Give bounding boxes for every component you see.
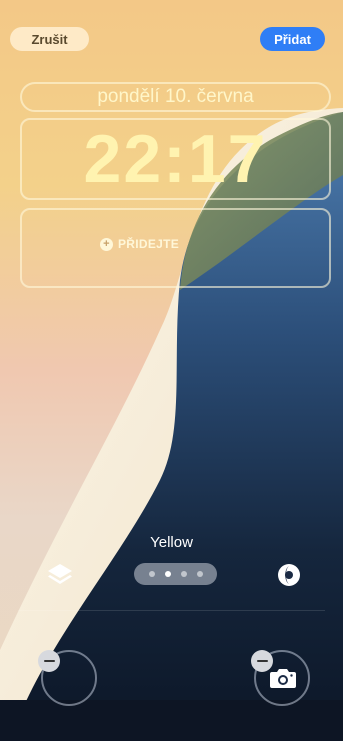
color-filter-icon[interactable] — [276, 562, 302, 588]
minus-icon[interactable] — [251, 650, 273, 672]
layers-icon[interactable] — [46, 562, 74, 588]
style-name: Yellow — [150, 534, 193, 551]
cancel-button[interactable]: Zrušit — [10, 27, 89, 51]
camera-icon[interactable] — [269, 667, 297, 689]
page-dot[interactable] — [180, 571, 187, 577]
add-widgets-label: PŘIDEJTE — [118, 237, 180, 251]
lock-screen-editor: Zrušit Přidat pondělí 10. června 22:17 +… — [0, 0, 343, 741]
add-button[interactable]: Přidat — [260, 27, 325, 51]
plus-icon: + — [100, 237, 113, 251]
divider — [18, 610, 325, 611]
page-dot[interactable] — [196, 571, 203, 577]
add-widgets-hint[interactable]: + PŘIDEJTE — [100, 237, 179, 251]
style-page-indicator[interactable] — [134, 563, 217, 585]
date-label: pondělí 10. června — [97, 86, 254, 107]
minus-icon[interactable] — [38, 650, 60, 672]
page-dot-active[interactable] — [164, 571, 171, 577]
clock-time: 22:17 — [83, 121, 268, 197]
page-dot[interactable] — [148, 571, 155, 577]
